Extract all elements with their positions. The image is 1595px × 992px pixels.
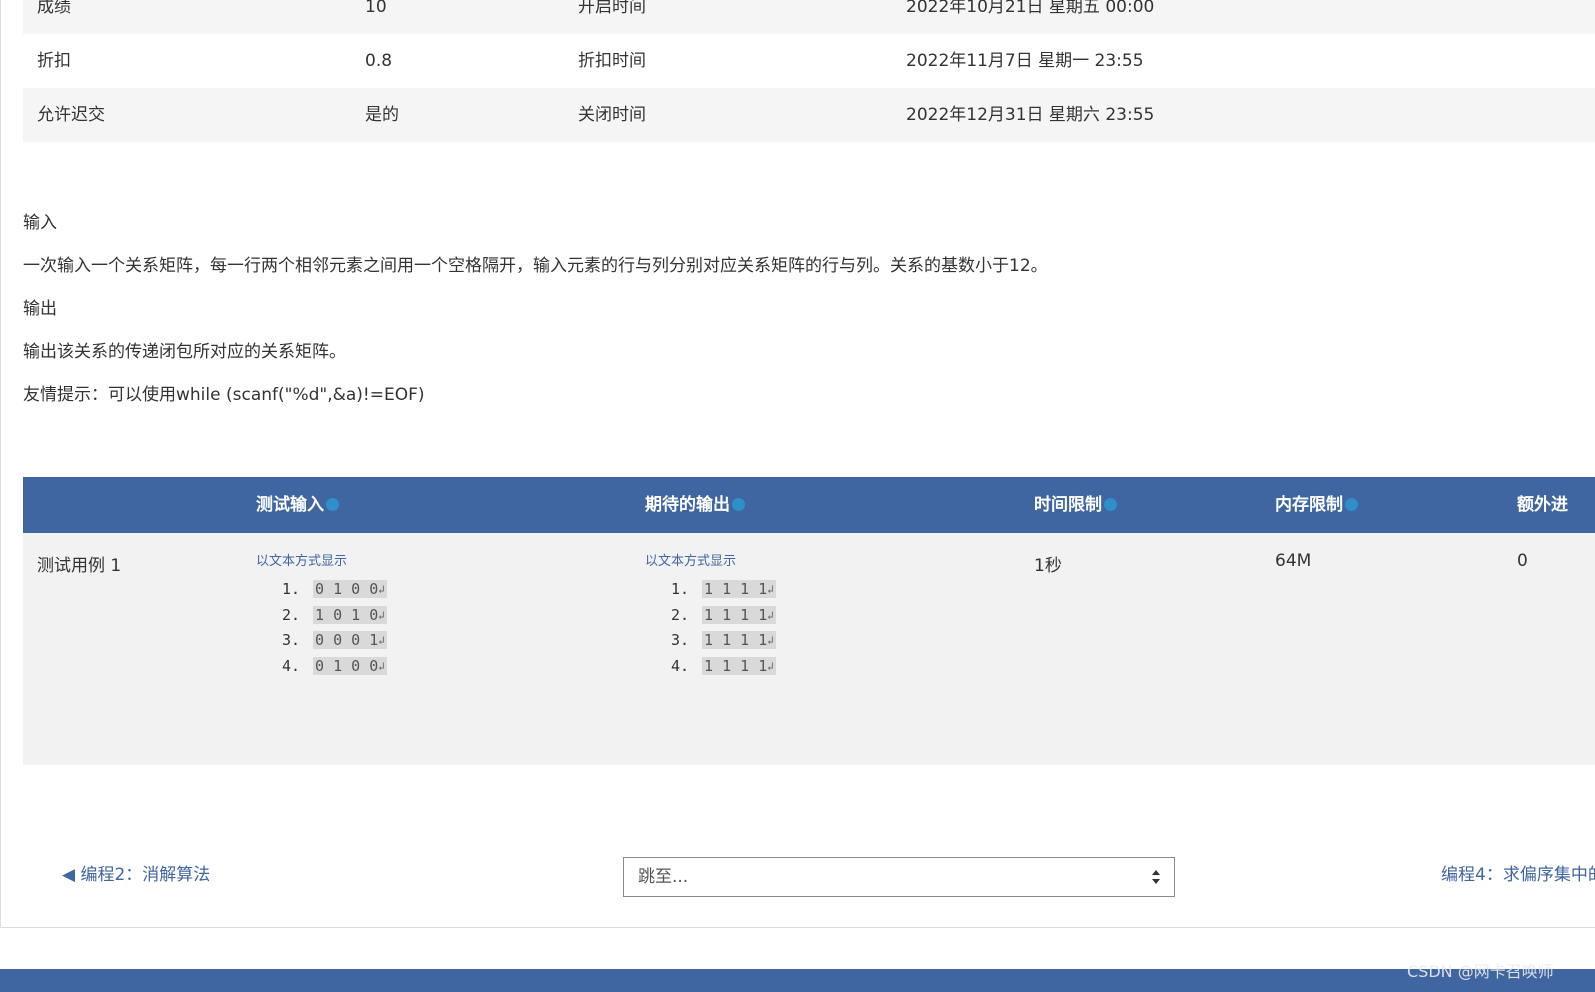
code-line: 1. 0 1 0 0↲ [256, 577, 387, 603]
line-number: 1. [670, 580, 689, 598]
output-text: 输出该关系的传递闭包所对应的关系矩阵。 [23, 342, 346, 362]
help-icon[interactable] [1104, 497, 1117, 511]
header-expected-output: 期待的输出 [645, 477, 745, 533]
line-value: 1 0 1 0↲ [313, 605, 387, 624]
info-row: 允许迟交 是的 关闭时间 2022年12月31日 星期六 23:55 [23, 88, 1595, 142]
code-line: 4. 1 1 1 1↲ [645, 654, 776, 680]
jump-to-value: 跳至... [638, 867, 689, 887]
output-heading: 输出 [23, 299, 57, 319]
info-value: 2022年10月21日 星期五 00:00 [906, 0, 1155, 17]
test-input-code: 1. 0 1 0 0↲ 2. 1 0 1 0↲ 3. 0 0 0 1↲ 4. 0… [256, 577, 387, 679]
code-line: 1. 1 1 1 1↲ [645, 577, 776, 603]
line-text: 1 1 1 1 [704, 656, 768, 675]
info-value: 是的 [365, 105, 399, 125]
code-line: 4. 0 1 0 0↲ [256, 654, 387, 680]
help-icon[interactable] [1345, 497, 1358, 511]
info-label: 允许迟交 [37, 105, 105, 125]
expected-output-code: 1. 1 1 1 1↲ 2. 1 1 1 1↲ 3. 1 1 1 1↲ 4. 1… [645, 577, 776, 679]
help-icon[interactable] [732, 497, 745, 511]
newline-icon: ↲ [767, 659, 774, 673]
line-text: 0 1 0 0 [315, 656, 379, 675]
code-line: 2. 1 1 1 1↲ [645, 603, 776, 629]
line-number: 4. [670, 656, 689, 675]
line-number: 2. [281, 605, 300, 624]
line-value: 1 1 1 1↲ [702, 580, 776, 598]
input-text: 一次输入一个关系矩阵，每一行两个相邻元素之间用一个空格隔开，输入元素的行与列分别… [23, 256, 1048, 276]
header-memory-limit: 内存限制 [1275, 477, 1358, 533]
page: 成绩 10 开启时间 2022年10月21日 星期五 00:00 折扣 0.8 … [0, 0, 1595, 992]
line-value: 1 1 1 1↲ [702, 605, 776, 624]
newline-icon: ↲ [378, 583, 385, 596]
line-number: 1. [281, 580, 300, 598]
info-label: 关闭时间 [578, 105, 646, 125]
table-row: 测试用例 1 以文本方式显示 1. 0 1 0 0↲ 2. 1 0 1 0↲ 3… [23, 533, 1595, 765]
line-text: 1 1 1 1 [704, 580, 768, 598]
line-number: 3. [670, 631, 689, 649]
newline-icon: ↲ [378, 634, 385, 647]
info-label: 折扣时间 [578, 51, 646, 71]
line-value: 0 1 0 0↲ [313, 580, 387, 598]
problem-description: 输入 一次输入一个关系矩阵，每一行两个相邻元素之间用一个空格隔开，输入元素的行与… [23, 210, 1583, 425]
line-number: 2. [670, 605, 689, 624]
code-line: 3. 0 0 0 1↲ [256, 628, 387, 654]
help-icon[interactable] [326, 497, 339, 511]
previous-activity-link[interactable]: ◀ 编程2：消解算法 [62, 863, 210, 887]
line-text: 1 0 1 0 [315, 605, 379, 624]
header-label: 期待的输出 [645, 495, 730, 515]
watermark: CSDN @网卡召唤师 [1407, 962, 1554, 981]
next-activity-link[interactable]: 编程4：求偏序集中的 [1441, 863, 1595, 887]
info-label: 折扣 [37, 51, 71, 71]
header-time-limit: 时间限制 [1034, 477, 1117, 533]
time-limit-value: 1秒 [1034, 556, 1062, 576]
jump-to-select[interactable]: 跳至... [623, 857, 1175, 897]
line-text: 0 1 0 0 [315, 580, 379, 598]
memory-limit-value: 64M [1275, 551, 1312, 571]
newline-icon: ↲ [767, 608, 774, 622]
select-arrows-icon [1152, 870, 1160, 884]
extra-value: 0 [1517, 551, 1528, 571]
header-extra: 额外进 [1517, 495, 1568, 515]
test-input-cell: 以文本方式显示 1. 0 1 0 0↲ 2. 1 0 1 0↲ 3. 0 0 0… [256, 551, 387, 679]
line-value: 1 1 1 1↲ [702, 631, 776, 649]
line-number: 3. [281, 631, 300, 649]
previous-activity-label: 编程2：消解算法 [80, 865, 211, 885]
newline-icon: ↲ [767, 583, 774, 596]
newline-icon: ↲ [378, 659, 385, 673]
hint-text: 友情提示：可以使用while (scanf("%d",&a)!=EOF) [23, 385, 425, 405]
info-row: 折扣 0.8 折扣时间 2022年11月7日 星期一 23:55 [23, 34, 1595, 88]
test-case-header: 测试输入 期待的输出 时间限制 内存限制 额外进 [23, 477, 1595, 533]
line-number: 4. [281, 656, 300, 675]
code-line: 2. 1 0 1 0↲ [256, 603, 387, 629]
newline-icon: ↲ [378, 608, 385, 622]
info-value: 2022年12月31日 星期六 23:55 [906, 105, 1155, 125]
info-label: 开启时间 [578, 0, 646, 17]
input-heading: 输入 [23, 213, 57, 233]
footer-bar [0, 969, 1595, 992]
info-value: 10 [365, 0, 387, 17]
line-text: 1 1 1 1 [704, 605, 768, 624]
triangle-left-icon: ◀ [62, 865, 76, 885]
header-label: 内存限制 [1275, 495, 1343, 515]
line-value: 1 1 1 1↲ [702, 656, 776, 675]
info-label: 成绩 [37, 0, 71, 17]
header-label: 时间限制 [1034, 495, 1102, 515]
newline-icon: ↲ [767, 634, 774, 647]
line-text: 0 0 0 1 [315, 631, 379, 649]
info-value: 2022年11月7日 星期一 23:55 [906, 51, 1144, 71]
show-as-text-link[interactable]: 以文本方式显示 [256, 551, 387, 573]
line-text: 1 1 1 1 [704, 631, 768, 649]
code-line: 3. 1 1 1 1↲ [645, 628, 776, 654]
line-value: 0 0 0 1↲ [313, 631, 387, 649]
expected-output-cell: 以文本方式显示 1. 1 1 1 1↲ 2. 1 1 1 1↲ 3. 1 1 1… [645, 551, 776, 679]
header-label: 测试输入 [256, 495, 324, 515]
test-case-name: 测试用例 1 [37, 556, 122, 576]
header-test-input: 测试输入 [256, 477, 339, 533]
info-value: 0.8 [365, 51, 393, 71]
info-row: 成绩 10 开启时间 2022年10月21日 星期五 00:00 [23, 0, 1595, 34]
assignment-info-table: 成绩 10 开启时间 2022年10月21日 星期五 00:00 折扣 0.8 … [23, 0, 1595, 142]
show-as-text-link[interactable]: 以文本方式显示 [645, 551, 776, 573]
line-value: 0 1 0 0↲ [313, 656, 387, 675]
test-case-table: 测试输入 期待的输出 时间限制 内存限制 额外进 测试用例 1 以文本方式显示 … [23, 477, 1595, 765]
